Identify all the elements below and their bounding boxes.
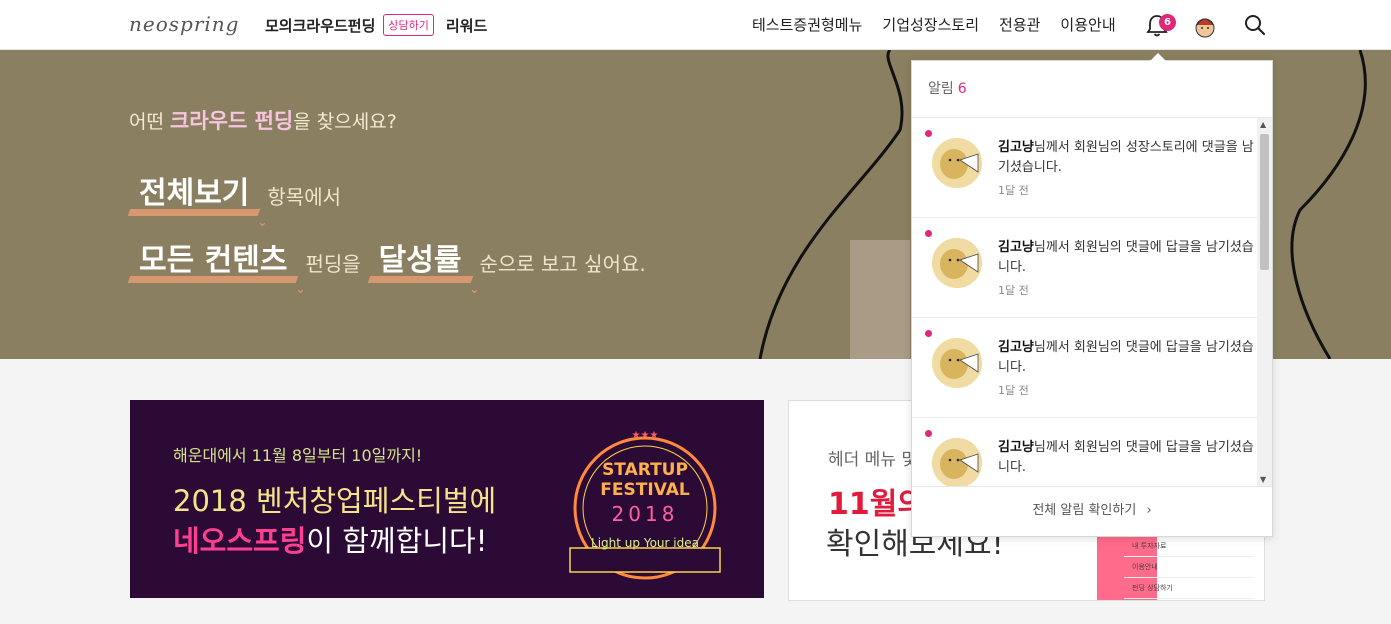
nav-growth-story[interactable]: 기업성장스토리 bbox=[882, 14, 979, 35]
notification-item[interactable]: 김고냥님께서 회원님의 성장스토리에 댓글을 남기셨습니다. 1달 전 bbox=[912, 118, 1257, 218]
notification-item[interactable]: 김고냥님께서 회원님의 댓글에 답글을 남기셨습니다. 1달 전 bbox=[912, 218, 1257, 318]
notification-header: 알림 6 bbox=[912, 61, 1272, 118]
banner1-title-line1: 2018 벤처창업페스티벌에 bbox=[173, 484, 497, 518]
nav-mock-crowdfunding[interactable]: 모의크라우드펀딩 bbox=[265, 15, 375, 36]
secondary-nav: 테스트증권형메뉴 기업성장스토리 전용관 이용안내 bbox=[752, 14, 1116, 35]
primary-nav: 모의크라우드펀딩 상담하기 리워드 bbox=[265, 14, 487, 36]
notification-dropdown: 알림 6 김고냥님께서 회원님의 성장스토리에 댓글을 남기셨습니다. 1달 전 … bbox=[911, 60, 1273, 537]
hero-question: 어떤 크라우드 펀딩을 찾으세요? bbox=[129, 105, 397, 135]
search-icon[interactable] bbox=[1243, 13, 1267, 37]
notification-user: 김고냥 bbox=[998, 340, 1034, 355]
startup-festival-banner[interactable]: 해운대에서 11월 8일부터 10일까지! 2018 벤처창업페스티벌에 네오스… bbox=[130, 400, 764, 598]
content-type-dropdown[interactable]: 모든 컨텐츠 ⌄ bbox=[129, 235, 305, 296]
banner1-title-highlight: 네오스프링 bbox=[173, 524, 307, 558]
view-all-notifications-link[interactable]: 전체 알림 확인하기 › bbox=[912, 486, 1272, 536]
unread-dot bbox=[925, 330, 932, 337]
consult-badge-button[interactable]: 상담하기 bbox=[383, 14, 434, 36]
hero-line2-text1: 펀딩을 bbox=[305, 252, 361, 276]
user-avatar-icon[interactable] bbox=[1192, 11, 1218, 39]
notification-user: 김고냥 bbox=[998, 240, 1034, 255]
dropdown-caret bbox=[1150, 53, 1166, 61]
banner1-subtitle: 해운대에서 11월 8일부터 10일까지! bbox=[173, 446, 423, 465]
notification-text: 님께서 회원님의 댓글에 답글을 남기셨습니다. bbox=[998, 440, 1254, 475]
festival-year: 2018 bbox=[611, 502, 679, 526]
category-dropdown-label: 전체보기 bbox=[139, 176, 250, 211]
view-all-label: 전체 알림 확인하기 bbox=[1032, 503, 1137, 518]
notification-item[interactable]: 김고냥님께서 회원님의 댓글에 답글을 남기셨습니다. 1달 전 bbox=[912, 318, 1257, 418]
chevron-right-icon: › bbox=[1146, 503, 1152, 518]
scroll-thumb[interactable] bbox=[1260, 134, 1269, 270]
hero-question-suffix: 을 찾으세요? bbox=[293, 111, 397, 133]
festival-ribbon: Light up Your idea bbox=[591, 536, 699, 550]
notification-time: 1달 전 bbox=[998, 184, 1029, 197]
notification-message: 김고냥님께서 회원님의 댓글에 답글을 남기셨습니다. bbox=[998, 338, 1254, 378]
hero-question-prefix: 어떤 bbox=[129, 111, 164, 133]
sort-dropdown[interactable]: 달성률 ⌄ bbox=[369, 235, 480, 296]
notification-message: 김고냥님께서 회원님의 댓글에 답글을 남기셨습니다. bbox=[998, 438, 1254, 478]
notification-message: 김고냥님께서 회원님의 댓글에 답글을 남기셨습니다. bbox=[998, 238, 1254, 278]
notification-list[interactable]: 김고냥님께서 회원님의 성장스토리에 댓글을 남기셨습니다. 1달 전 김고냥님… bbox=[912, 118, 1257, 486]
hero-filter-line-2: 모든 컨텐츠 ⌄ 펀딩을 달성률 ⌄ 순으로 보고 싶어요. bbox=[129, 235, 646, 296]
notification-header-label: 알림 bbox=[928, 81, 954, 97]
hero-line2-text2: 순으로 보고 싶어요. bbox=[479, 252, 646, 276]
banner2-subtitle: 헤더 메뉴 및 bbox=[828, 450, 918, 470]
unread-dot bbox=[925, 230, 932, 237]
top-header: neospring 모의크라우드펀딩 상담하기 리워드 테스트증권형메뉴 기업성… bbox=[0, 0, 1391, 50]
festival-line1: STARTUP bbox=[602, 460, 688, 480]
mini-menu-item: 펀딩 상담하기 bbox=[1124, 578, 1254, 599]
chevron-down-icon: ⌄ bbox=[257, 215, 268, 229]
scroll-up-arrow-icon[interactable]: ▲ bbox=[1260, 120, 1266, 129]
hero-question-highlight: 크라우드 펀딩 bbox=[170, 109, 294, 133]
notification-scrollbar[interactable]: ▲ ▼ bbox=[1257, 118, 1272, 486]
notification-header-count: 6 bbox=[957, 81, 967, 97]
chevron-down-icon: ⌄ bbox=[295, 282, 306, 296]
sort-dropdown-label: 달성률 bbox=[378, 243, 462, 278]
notification-message: 김고냥님께서 회원님의 성장스토리에 댓글을 남기셨습니다. bbox=[998, 138, 1254, 178]
notification-time: 1달 전 bbox=[998, 284, 1029, 297]
user-avatar bbox=[932, 338, 982, 388]
unread-dot bbox=[925, 430, 932, 437]
mini-menu-item: 내 투자자료 bbox=[1124, 536, 1254, 557]
user-avatar bbox=[932, 138, 982, 188]
hero-line1-text: 항목에서 bbox=[267, 185, 342, 209]
user-avatar bbox=[932, 238, 982, 288]
user-avatar bbox=[932, 438, 982, 486]
banner2-mini-menu: 내 투자자료 이용안내 펀딩 상담하기 bbox=[1124, 536, 1254, 599]
festival-line2: FESTIVAL bbox=[600, 480, 690, 500]
svg-text:★★★: ★★★ bbox=[632, 430, 659, 441]
chevron-down-icon: ⌄ bbox=[469, 282, 480, 296]
banner1-title-line2: 네오스프링이 함께합니다! bbox=[173, 518, 487, 560]
nav-test-securities[interactable]: 테스트증권형메뉴 bbox=[752, 14, 862, 35]
festival-logo-text: STARTUP FESTIVAL 2018 Light up Your idea bbox=[560, 460, 730, 550]
notification-user: 김고냥 bbox=[998, 440, 1034, 455]
notification-text: 님께서 회원님의 댓글에 답글을 남기셨습니다. bbox=[998, 340, 1254, 375]
nav-guide[interactable]: 이용안내 bbox=[1060, 14, 1115, 35]
banner1-title-rest: 이 함께합니다! bbox=[306, 524, 488, 558]
nav-exclusive[interactable]: 전용관 bbox=[999, 14, 1040, 35]
hero-filter-line-1: 전체보기 ⌄ 항목에서 bbox=[129, 168, 342, 229]
content-type-dropdown-label: 모든 컨텐츠 bbox=[139, 243, 288, 278]
site-logo[interactable]: neospring bbox=[129, 12, 239, 36]
category-dropdown[interactable]: 전체보기 ⌄ bbox=[129, 168, 267, 229]
notification-text: 님께서 회원님의 성장스토리에 댓글을 남기셨습니다. bbox=[998, 140, 1254, 175]
mini-menu-item: 이용안내 bbox=[1124, 557, 1254, 578]
nav-reward[interactable]: 리워드 bbox=[446, 15, 487, 36]
unread-dot bbox=[925, 130, 932, 137]
notification-time: 1달 전 bbox=[998, 384, 1029, 397]
notification-count-badge: 6 bbox=[1159, 14, 1176, 31]
notification-item[interactable]: 김고냥님께서 회원님의 댓글에 답글을 남기셨습니다. bbox=[912, 418, 1257, 486]
notification-user: 김고냥 bbox=[998, 140, 1034, 155]
notification-text: 님께서 회원님의 댓글에 답글을 남기셨습니다. bbox=[998, 240, 1254, 275]
scroll-down-arrow-icon[interactable]: ▼ bbox=[1260, 475, 1266, 484]
